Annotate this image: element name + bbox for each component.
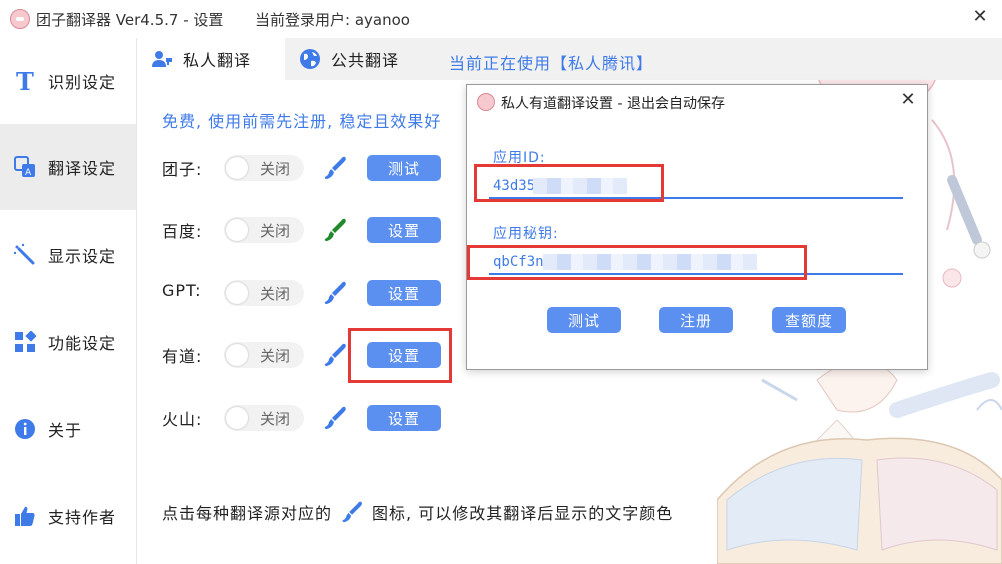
window-close-button[interactable]: ✕ <box>968 5 992 29</box>
brush-icon[interactable] <box>322 342 348 368</box>
tab-label: 公共翻译 <box>331 51 400 70</box>
hint-text-after: 图标, 可以修改其翻译后显示的文字颜色 <box>372 504 674 523</box>
toggle-state-text: 关闭 <box>260 222 291 240</box>
youdao-settings-dialog: 私人有道翻译设置 - 退出会自动保存 ✕ 应用ID: 应用秘钥: 测试 注册 查… <box>466 84 928 370</box>
settings-button[interactable]: 设置 <box>367 405 441 431</box>
info-icon <box>12 416 38 442</box>
login-status: 当前登录用户: ayanoo <box>255 11 410 29</box>
sidebar: T 识别设定 A 翻译设定 显示设定 功能设定 关于 支持作者 <box>0 38 137 564</box>
brush-icon[interactable] <box>322 155 348 181</box>
translator-row-huoshan: 火山: 关闭 设置 <box>162 402 462 434</box>
sidebar-item-translation[interactable]: A 翻译设定 <box>0 124 136 210</box>
sidebar-item-label: 显示设定 <box>48 247 117 266</box>
dialog-test-button[interactable]: 测试 <box>547 307 621 333</box>
grid-icon <box>12 329 38 355</box>
toggle-switch[interactable]: 关闭 <box>224 405 304 431</box>
person-key-icon <box>151 48 173 70</box>
app-logo-icon <box>10 9 30 29</box>
notice-text: 免费, 使用前需先注册, 稳定且效果好 <box>162 112 442 131</box>
tab-label: 私人翻译 <box>183 51 252 70</box>
sidebar-item-display[interactable]: 显示设定 <box>0 212 136 298</box>
svg-text:A: A <box>25 168 32 178</box>
tab-private-translation[interactable]: 私人翻译 <box>137 38 285 80</box>
thumbs-up-icon <box>12 503 38 529</box>
sidebar-item-label: 识别设定 <box>48 73 117 92</box>
app-secret-label: 应用秘钥: <box>493 226 559 242</box>
toggle-knob <box>226 157 248 179</box>
app-id-label: 应用ID: <box>493 150 546 166</box>
toggle-knob <box>226 219 248 241</box>
sidebar-item-support[interactable]: 支持作者 <box>0 473 136 559</box>
sidebar-item-label: 支持作者 <box>48 508 117 527</box>
toggle-switch[interactable]: 关闭 <box>224 342 304 368</box>
redacted-app-id <box>533 178 627 194</box>
toggle-state-text: 关闭 <box>260 160 291 178</box>
sidebar-item-label: 功能设定 <box>48 334 117 353</box>
translator-row-gpt: GPT: 关闭 设置 <box>162 277 462 309</box>
toggle-knob <box>226 344 248 366</box>
dialog-register-button[interactable]: 注册 <box>659 307 733 333</box>
window-title: 团子翻译器 Ver4.5.7 - 设置 <box>36 11 224 29</box>
dialog-title: 私人有道翻译设置 - 退出会自动保存 <box>501 96 725 112</box>
translator-row-tuanzi: 团子: 关闭 测试 <box>162 152 462 184</box>
sidebar-item-label: 关于 <box>48 421 83 440</box>
dialog-quota-button[interactable]: 查额度 <box>772 307 846 333</box>
toggle-switch[interactable]: 关闭 <box>224 280 304 306</box>
svg-text:T: T <box>16 69 34 93</box>
sidebar-item-features[interactable]: 功能设定 <box>0 299 136 385</box>
hint-text-before: 点击每种翻译源对应的 <box>162 504 333 523</box>
brush-icon[interactable] <box>322 280 348 306</box>
toggle-state-text: 关闭 <box>260 410 291 428</box>
test-button[interactable]: 测试 <box>367 155 441 181</box>
redacted-app-secret <box>543 254 757 270</box>
tab-public-translation[interactable]: 公共翻译 <box>285 38 435 80</box>
settings-button[interactable]: 设置 <box>367 280 441 306</box>
text-t-icon: T <box>12 68 38 94</box>
globe-icon <box>299 48 321 70</box>
toggle-switch[interactable]: 关闭 <box>224 155 304 181</box>
toggle-state-text: 关闭 <box>260 285 291 303</box>
magic-wand-icon <box>12 242 38 268</box>
dialog-close-button[interactable]: ✕ <box>897 89 919 111</box>
sidebar-item-recognition[interactable]: T 识别设定 <box>0 38 136 124</box>
brush-icon[interactable] <box>322 217 348 243</box>
sidebar-item-about[interactable]: 关于 <box>0 386 136 472</box>
settings-button[interactable]: 设置 <box>367 342 441 368</box>
translate-icon: A <box>12 154 38 180</box>
translator-label: GPT: <box>162 281 202 300</box>
toggle-knob <box>226 407 248 429</box>
translator-row-baidu: 百度: 关闭 设置 <box>162 214 462 246</box>
brush-icon <box>342 501 362 523</box>
translator-label: 火山: <box>162 410 203 429</box>
toggle-switch[interactable]: 关闭 <box>224 217 304 243</box>
settings-button[interactable]: 设置 <box>367 217 441 243</box>
toggle-knob <box>226 282 248 304</box>
toggle-state-text: 关闭 <box>260 347 291 365</box>
translator-label: 团子: <box>162 160 203 179</box>
color-hint: 点击每种翻译源对应的 图标, 可以修改其翻译后显示的文字颜色 <box>162 500 673 524</box>
translator-label: 有道: <box>162 347 203 366</box>
sidebar-item-label: 翻译设定 <box>48 159 117 178</box>
translator-row-youdao: 有道: 关闭 设置 <box>162 339 462 371</box>
translator-label: 百度: <box>162 222 203 241</box>
current-translator-status: 当前正在使用【私人腾讯】 <box>449 54 654 73</box>
app-logo-icon <box>477 93 495 111</box>
brush-icon[interactable] <box>322 405 348 431</box>
title-bar: 团子翻译器 Ver4.5.7 - 设置 当前登录用户: ayanoo ✕ <box>0 0 1002 38</box>
